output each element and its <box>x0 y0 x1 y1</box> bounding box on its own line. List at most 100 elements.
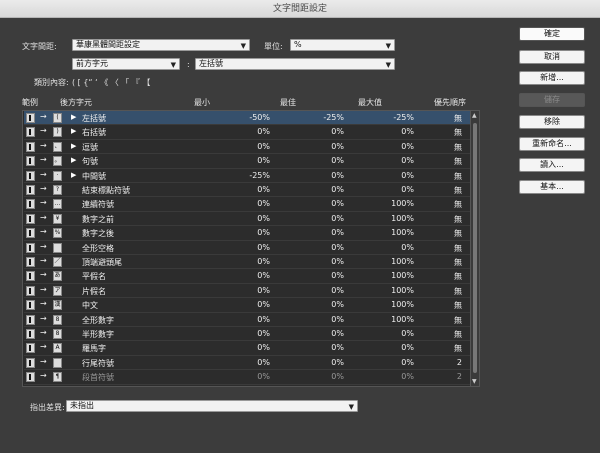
table-row[interactable]: → A 羅馬字 0% 0% 0% 無 <box>24 341 470 356</box>
priority-value[interactable]: 無 <box>454 343 462 354</box>
max-value[interactable]: 0% <box>401 185 414 194</box>
max-value[interactable]: 100% <box>391 315 414 324</box>
min-value[interactable]: 0% <box>257 214 270 223</box>
optimal-value[interactable]: 0% <box>331 171 344 180</box>
max-value[interactable]: 0% <box>401 329 414 338</box>
optimal-value[interactable]: 0% <box>331 228 344 237</box>
priority-value[interactable]: 無 <box>454 228 462 239</box>
max-value[interactable]: 100% <box>391 286 414 295</box>
expand-triangle-icon[interactable]: ▶ <box>71 156 76 164</box>
optimal-value[interactable]: 0% <box>331 315 344 324</box>
remove-button[interactable]: 移除 <box>519 115 585 129</box>
max-value[interactable]: 0% <box>401 171 414 180</box>
priority-value[interactable]: 無 <box>454 329 462 340</box>
scroll-thumb[interactable] <box>473 123 477 373</box>
priority-value[interactable]: 2 <box>457 358 462 367</box>
table-row[interactable]: → ¥ 數字之前 0% 0% 100% 無 <box>24 212 470 227</box>
optimal-value[interactable]: 0% <box>331 243 344 252</box>
table-row[interactable]: → あ 平假名 0% 0% 100% 無 <box>24 269 470 284</box>
table-row[interactable]: →% 數字之後 0% 0% 100% 無 <box>24 226 470 241</box>
max-value[interactable]: 0% <box>401 243 414 252</box>
cancel-button[interactable]: 取消 <box>519 50 585 64</box>
spacing-table[interactable]: → (▶ 左括號 -50% -25% -25% 無 →) ▶ 右括號 0% 0% 0% 無 → 、 ▶ 逗號 0% 0… <box>22 110 480 387</box>
optimal-value[interactable]: 0% <box>331 329 344 338</box>
spacing-set-dropdown[interactable]: 華康黑體間距設定 ▼ <box>72 39 250 51</box>
priority-value[interactable]: 無 <box>454 156 462 167</box>
max-value[interactable]: 0% <box>401 358 414 367</box>
priority-value[interactable]: 無 <box>454 142 462 153</box>
min-value[interactable]: 0% <box>257 286 270 295</box>
min-value[interactable]: -25% <box>249 171 270 180</box>
optimal-value[interactable]: 0% <box>331 214 344 223</box>
table-row[interactable]: → 、 ▶ 逗號 0% 0% 0% 無 <box>24 140 470 155</box>
expand-triangle-icon[interactable]: ▶ <box>71 113 76 121</box>
table-row[interactable]: → 8 半形數字 0% 0% 0% 無 <box>24 327 470 342</box>
min-value[interactable]: 0% <box>257 156 270 165</box>
priority-value[interactable]: 無 <box>454 286 462 297</box>
table-row[interactable]: → · ▶ 中間號 -25% 0% 0% 無 <box>24 169 470 183</box>
diff-dropdown[interactable]: 未指出 ▼ <box>66 400 358 412</box>
max-value[interactable]: 100% <box>391 271 414 280</box>
save-button[interactable]: 儲存 <box>519 93 585 107</box>
optimal-value[interactable]: 0% <box>331 142 344 151</box>
priority-value[interactable]: 無 <box>454 171 462 182</box>
max-value[interactable]: -25% <box>393 113 414 122</box>
priority-value[interactable]: 無 <box>454 214 462 225</box>
min-value[interactable]: 0% <box>257 358 270 367</box>
rename-button[interactable]: 重新命名... <box>519 137 585 151</box>
ok-button[interactable]: 確定 <box>519 27 585 41</box>
optimal-value[interactable]: 0% <box>331 271 344 280</box>
new-button[interactable]: 新增... <box>519 71 585 85</box>
priority-value[interactable]: 無 <box>454 300 462 311</box>
min-value[interactable]: 0% <box>257 257 270 266</box>
priority-value[interactable]: 無 <box>454 271 462 282</box>
optimal-value[interactable]: 0% <box>331 286 344 295</box>
max-value[interactable]: 100% <box>391 257 414 266</box>
scroll-up-icon[interactable]: ▲ <box>472 112 477 119</box>
optimal-value[interactable]: 0% <box>331 372 344 381</box>
table-row[interactable]: → 8 全形數字 0% 0% 100% 無 <box>24 313 470 327</box>
table-row[interactable]: → ¶ 段首符號 0% 0% 0% 2 <box>24 370 470 385</box>
priority-value[interactable]: 無 <box>454 127 462 138</box>
basic-button[interactable]: 基本... <box>519 180 585 194</box>
table-row[interactable]: → 全形空格 0% 0% 0% 無 <box>24 241 470 255</box>
min-value[interactable]: 0% <box>257 343 270 352</box>
max-value[interactable]: 0% <box>401 343 414 352</box>
next-char-dropdown[interactable]: 左括號 ▼ <box>195 58 395 70</box>
table-row[interactable]: → 。 ▶ 句號 0% 0% 0% 無 <box>24 154 470 169</box>
optimal-value[interactable]: 0% <box>331 257 344 266</box>
unit-dropdown[interactable]: % ▼ <box>290 39 395 51</box>
priority-value[interactable]: 無 <box>454 257 462 268</box>
min-value[interactable]: 0% <box>257 372 270 381</box>
optimal-value[interactable]: 0% <box>331 199 344 208</box>
min-value[interactable]: 0% <box>257 329 270 338</box>
max-value[interactable]: 0% <box>401 142 414 151</box>
min-value[interactable]: 0% <box>257 300 270 309</box>
min-value[interactable]: -50% <box>249 113 270 122</box>
priority-value[interactable]: 無 <box>454 185 462 196</box>
min-value[interactable]: 0% <box>257 271 270 280</box>
priority-value[interactable]: 無 <box>454 199 462 210</box>
min-value[interactable]: 0% <box>257 199 270 208</box>
optimal-value[interactable]: 0% <box>331 358 344 367</box>
expand-triangle-icon[interactable]: ▶ <box>71 142 76 150</box>
min-value[interactable]: 0% <box>257 185 270 194</box>
min-value[interactable]: 0% <box>257 228 270 237</box>
optimal-value[interactable]: 0% <box>331 185 344 194</box>
max-value[interactable]: 100% <box>391 300 414 309</box>
priority-value[interactable]: 無 <box>454 113 462 124</box>
optimal-value[interactable]: 0% <box>331 127 344 136</box>
table-row[interactable]: → (▶ 左括號 -50% -25% -25% 無 <box>24 111 470 126</box>
max-value[interactable]: 0% <box>401 127 414 136</box>
table-row[interactable]: → 行尾符號 0% 0% 0% 2 <box>24 356 470 371</box>
table-row[interactable]: → ア 片假名 0% 0% 100% 無 <box>24 284 470 299</box>
table-row[interactable]: →? 結束標點符號 0% 0% 0% 無 <box>24 183 470 198</box>
min-value[interactable]: 0% <box>257 142 270 151</box>
prev-char-dropdown[interactable]: 前方字元 ▼ <box>72 58 180 70</box>
expand-triangle-icon[interactable]: ▶ <box>71 127 76 135</box>
max-value[interactable]: 100% <box>391 214 414 223</box>
optimal-value[interactable]: 0% <box>331 343 344 352</box>
optimal-value[interactable]: 0% <box>331 300 344 309</box>
priority-value[interactable]: 2 <box>457 372 462 381</box>
scroll-down-icon[interactable]: ▼ <box>472 378 477 385</box>
